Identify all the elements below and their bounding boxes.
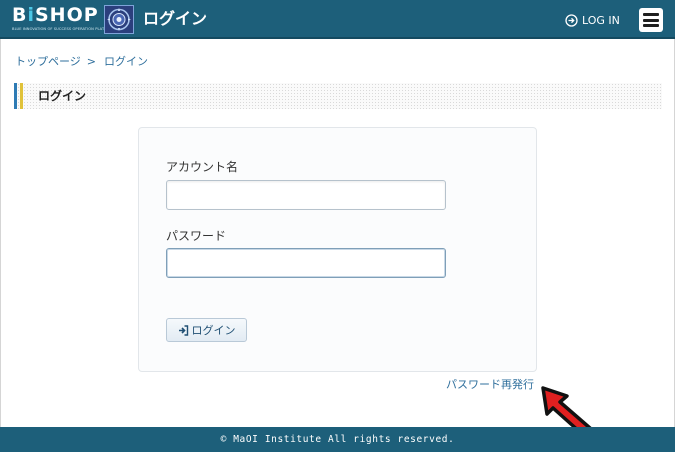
account-name-input[interactable] bbox=[166, 180, 446, 210]
login-form-card: アカウント名 パスワード ログイン bbox=[138, 127, 537, 372]
bishop-logo[interactable]: BiSHOP BLUE INNOVATION OF SUCCESS OPERAT… bbox=[12, 4, 115, 36]
section-header: ログイン bbox=[14, 83, 662, 109]
login-submit-label: ログイン bbox=[191, 324, 236, 337]
breadcrumb-home-link[interactable]: トップページ bbox=[15, 55, 81, 68]
header-page-title: ログイン bbox=[143, 9, 208, 28]
section-accent-blue bbox=[14, 83, 17, 109]
content-left-border bbox=[0, 39, 1, 427]
breadcrumb-current[interactable]: ログイン bbox=[104, 55, 148, 68]
footer-copyright: © MaOI Institute All rights reserved. bbox=[220, 434, 455, 445]
hamburger-menu-icon[interactable] bbox=[639, 8, 663, 32]
logo-subtitle: BLUE INNOVATION OF SUCCESS OPERATION PLA… bbox=[12, 27, 116, 31]
top-header: BiSHOP BLUE INNOVATION OF SUCCESS OPERAT… bbox=[0, 0, 675, 39]
account-name-label: アカウント名 bbox=[166, 160, 239, 174]
password-label: パスワード bbox=[166, 229, 227, 243]
footer: © MaOI Institute All rights reserved. bbox=[0, 427, 675, 452]
app-emblem-icon bbox=[104, 5, 134, 34]
password-reset-link[interactable]: パスワード再発行 bbox=[446, 376, 534, 392]
password-input[interactable] bbox=[166, 248, 446, 278]
header-login-label: LOG IN bbox=[582, 13, 620, 27]
breadcrumb-separator: > bbox=[86, 55, 96, 68]
login-circle-icon bbox=[565, 13, 578, 27]
login-submit-button[interactable]: ログイン bbox=[166, 318, 247, 342]
section-title: ログイン bbox=[38, 89, 87, 103]
header-login-link[interactable]: LOG IN bbox=[565, 11, 620, 29]
section-accent-yellow bbox=[20, 83, 23, 109]
login-arrow-icon bbox=[178, 324, 188, 336]
breadcrumb: トップページ > ログイン bbox=[15, 53, 148, 69]
logo-wordmark: BiSHOP bbox=[12, 4, 99, 26]
